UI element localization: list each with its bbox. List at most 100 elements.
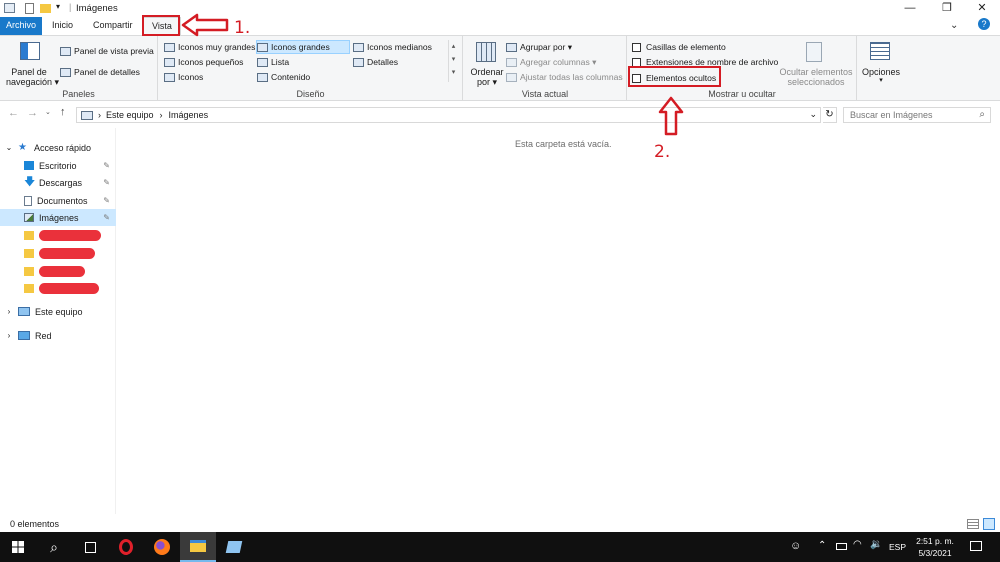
empty-folder-message: Esta carpeta está vacía.: [515, 139, 612, 149]
nav-item-redacted-folder[interactable]: [0, 263, 116, 280]
extra-large-icons-icon: [164, 42, 175, 52]
add-columns-button[interactable]: Agregar columnas ▾: [506, 55, 596, 69]
tab-inicio[interactable]: Inicio: [44, 17, 81, 35]
start-button[interactable]: [0, 532, 36, 562]
nav-item-documentos[interactable]: Documentos ✎: [0, 192, 116, 209]
nav-item-redacted-folder[interactable]: [0, 245, 116, 262]
breadcrumb-este-equipo[interactable]: Este equipo: [106, 110, 154, 120]
volume-icon[interactable]: 🔉: [870, 539, 882, 550]
address-bar[interactable]: › Este equipo › Imágenes ⌄: [76, 107, 821, 123]
navigation-pane-button[interactable]: Panel de navegación ▾: [6, 40, 59, 87]
sort-by-label-2: por ▾: [476, 77, 498, 87]
layout-icons[interactable]: Iconos: [164, 70, 203, 84]
show-hidden-icons-icon[interactable]: ⌃: [818, 540, 826, 551]
breadcrumb-imagenes[interactable]: Imágenes: [169, 110, 209, 120]
layout-list[interactable]: Lista: [257, 55, 289, 69]
file-explorer-icon: [190, 540, 206, 552]
minimize-button[interactable]: —: [892, 0, 928, 17]
pin-icon: ✎: [103, 161, 110, 170]
layout-gallery-scroll[interactable]: ▴ ▾ ▾: [448, 40, 458, 82]
close-button[interactable]: ✕: [964, 0, 1000, 17]
nav-item-redacted-folder[interactable]: [0, 280, 116, 297]
nav-red[interactable]: › Red: [0, 327, 116, 344]
folder-icon: [24, 249, 34, 258]
layout-extra-large-icons[interactable]: Iconos muy grandes: [164, 40, 255, 54]
preview-pane-label: Panel de vista previa: [74, 46, 154, 56]
nav-item-redacted-folder[interactable]: [0, 227, 116, 244]
nav-item-descargas[interactable]: 🡇 Descargas ✎: [0, 174, 116, 191]
language-indicator[interactable]: ESP: [889, 542, 906, 552]
nav-item-imagenes[interactable]: Imágenes ✎: [0, 209, 116, 226]
annotation-arrow-left: [181, 13, 229, 37]
chevron-right-icon: ›: [7, 307, 11, 316]
firefox-taskbar-button[interactable]: [144, 532, 180, 562]
options-dropdown-icon: ▾: [879, 77, 883, 84]
app-taskbar-button[interactable]: [216, 532, 252, 562]
quick-access-label: Acceso rápido: [34, 142, 92, 153]
tab-archivo[interactable]: Archivo: [0, 17, 43, 35]
hide-selected-label-2: seleccionados: [787, 77, 845, 87]
nav-item-escritorio[interactable]: Escritorio ✎: [0, 157, 116, 174]
layout-small-icons[interactable]: Iconos pequeños: [164, 55, 243, 69]
large-icons-view-icon[interactable]: [983, 518, 995, 530]
wifi-icon[interactable]: ◠: [853, 539, 862, 550]
nav-este-equipo[interactable]: › Este equipo: [0, 303, 116, 320]
opera-taskbar-button[interactable]: [108, 532, 144, 562]
annotation-arrow-up: [658, 96, 684, 136]
list-label: Lista: [271, 57, 290, 67]
download-icon: 🡇: [24, 176, 36, 188]
explorer-taskbar-button[interactable]: [180, 532, 216, 562]
group-diseno: Iconos muy grandes Iconos pequeños Icono…: [159, 36, 463, 101]
details-label: Detalles: [367, 57, 399, 67]
annotation-step-2: 2.: [654, 142, 671, 162]
clock-time[interactable]: 2:51 p. m.: [915, 536, 955, 546]
address-dropdown-icon[interactable]: ⌄: [809, 109, 817, 120]
qat-properties-icon[interactable]: [25, 3, 34, 14]
fit-columns-button[interactable]: Ajustar todas las columnas: [506, 70, 623, 84]
item-checkboxes-checkbox[interactable]: [632, 42, 641, 52]
qat-new-folder-icon[interactable]: [40, 4, 51, 13]
details-pane-button[interactable]: Panel de detalles: [60, 65, 140, 79]
pin-icon: ✎: [103, 196, 110, 205]
layout-medium-icons[interactable]: Iconos medianos: [353, 40, 432, 54]
people-icon[interactable]: ☺: [790, 540, 801, 552]
group-by-button[interactable]: Agrupar por ▾: [506, 40, 572, 54]
location-icon: [81, 110, 93, 120]
search-taskbar-button[interactable]: ⌕: [36, 532, 72, 562]
battery-icon: [836, 543, 847, 550]
nav-quick-access[interactable]: ⌄ ★ Acceso rápido: [0, 139, 116, 156]
task-view-button[interactable]: [72, 532, 108, 562]
redaction-scribble: [39, 248, 95, 259]
recent-locations-icon[interactable]: ⌄: [45, 108, 51, 116]
restore-button[interactable]: ❐: [929, 0, 965, 17]
search-input[interactable]: Buscar en Imágenes ⌕: [843, 107, 991, 123]
file-list-area[interactable]: Esta carpeta está vacía.: [117, 128, 1000, 514]
layout-content[interactable]: Contenido: [257, 70, 310, 84]
back-arrow-icon[interactable]: ←: [8, 107, 19, 119]
icons-label: Iconos: [178, 72, 204, 82]
star-icon: ★: [18, 142, 27, 153]
status-bar: 0 elementos: [0, 516, 1000, 532]
qat-dropdown-icon[interactable]: ▾: [56, 2, 60, 11]
forward-arrow-icon[interactable]: →: [27, 107, 38, 119]
preview-pane-button[interactable]: Panel de vista previa: [60, 44, 154, 58]
tab-compartir[interactable]: Compartir: [85, 17, 141, 35]
group-paneles: Panel de navegación ▾ Panel de vista pre…: [0, 36, 158, 101]
task-view-icon: [84, 541, 96, 553]
item-checkboxes-toggle[interactable]: Casillas de elemento: [632, 40, 726, 54]
layout-large-icons[interactable]: Iconos grandes: [256, 40, 350, 54]
notifications-icon[interactable]: [970, 541, 982, 551]
group-label-vista-actual: Vista actual: [521, 89, 569, 99]
help-icon[interactable]: ?: [978, 18, 990, 30]
refresh-icon[interactable]: ↻: [823, 107, 837, 123]
ribbon-collapse-icon[interactable]: ⌄: [950, 20, 958, 31]
redaction-scribble: [39, 230, 101, 241]
up-arrow-icon[interactable]: ↑: [60, 106, 66, 118]
layout-details[interactable]: Detalles: [353, 55, 398, 69]
extra-large-icons-label: Iconos muy grandes: [178, 42, 256, 52]
fit-columns-label: Ajustar todas las columnas: [520, 72, 623, 82]
clock-date[interactable]: 5/3/2021: [915, 548, 955, 558]
details-view-icon[interactable]: [967, 519, 979, 529]
navigation-pane-label-2: navegación ▾: [6, 77, 60, 87]
nav-item-label: Descargas: [39, 177, 83, 188]
